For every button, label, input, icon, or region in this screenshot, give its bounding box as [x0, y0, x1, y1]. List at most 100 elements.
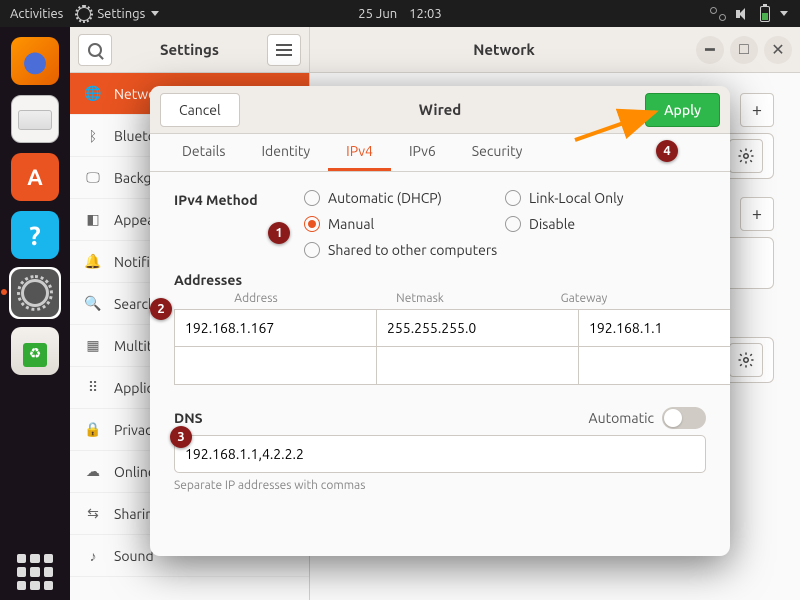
dock-item-trash[interactable] [9, 325, 61, 377]
clock[interactable]: 25 Jun 12:03 [358, 7, 441, 21]
ipv4-method-label: IPv4 Method [174, 190, 274, 208]
minimize-button[interactable]: ━ [696, 36, 724, 64]
close-button[interactable]: ✕ [764, 36, 792, 64]
dock-item-files[interactable] [9, 93, 61, 145]
dialog-tabs: Details Identity IPv4 IPv6 Security [150, 134, 730, 172]
gear-icon [77, 7, 91, 21]
dns-automatic-label: Automatic [589, 410, 654, 426]
dns-hint: Separate IP addresses with commas [174, 479, 706, 492]
radio-label: Automatic (DHCP) [328, 190, 442, 206]
connection-settings-button[interactable] [729, 139, 763, 173]
gnome-top-bar: Activities Settings 25 Jun 12:03 [0, 0, 800, 27]
radio-label: Manual [328, 216, 374, 232]
radio-label: Link-Local Only [529, 190, 624, 206]
radio-icon [304, 190, 320, 206]
display-icon: 🖵 [84, 169, 102, 187]
dock-item-firefox[interactable] [9, 35, 61, 87]
gateway-input[interactable] [579, 309, 730, 347]
connection-editor-dialog: Cancel Wired Apply Details Identity IPv4… [150, 86, 730, 556]
add-connection-button[interactable]: + [740, 93, 774, 127]
dns-label: DNS [174, 410, 589, 426]
sidebar-item-label: Sound [114, 548, 154, 564]
network-icon [710, 7, 726, 21]
cancel-button[interactable]: Cancel [160, 93, 240, 127]
radio-icon [304, 242, 320, 258]
cloud-icon: ☁ [84, 463, 102, 481]
radio-link-local[interactable]: Link-Local Only [505, 190, 706, 206]
page-title: Network [318, 41, 690, 58]
radio-icon [505, 216, 521, 232]
address-row [174, 309, 706, 347]
radio-icon [304, 216, 320, 232]
activities-button[interactable]: Activities [10, 7, 63, 21]
proxy-settings-button[interactable] [729, 343, 763, 377]
apps-icon: ⠿ [84, 379, 102, 397]
netmask-input[interactable] [377, 309, 579, 347]
address-input[interactable] [174, 347, 377, 385]
address-input[interactable] [174, 309, 377, 347]
col-netmask: Netmask [338, 292, 502, 305]
col-gateway: Gateway [502, 292, 666, 305]
multitasking-icon: ▦ [84, 337, 102, 355]
share-icon: ⇆ [84, 505, 102, 523]
main-header: Network ━ □ ✕ [310, 27, 800, 73]
gear-icon [737, 147, 755, 165]
show-applications-button[interactable] [17, 554, 53, 590]
dock-item-software[interactable] [9, 151, 61, 203]
app-menu-label: Settings [97, 7, 145, 21]
dialog-body: IPv4 Method Automatic (DHCP) Link-Local … [150, 172, 730, 556]
tab-identity[interactable]: Identity [243, 134, 328, 171]
tab-ipv4[interactable]: IPv4 [328, 134, 391, 171]
tab-security[interactable]: Security [454, 134, 541, 171]
search-icon: 🔍 [84, 295, 102, 313]
dns-servers-input[interactable] [174, 435, 706, 473]
chevron-down-icon [780, 11, 788, 16]
dns-automatic-switch[interactable] [662, 407, 706, 429]
netmask-input[interactable] [377, 347, 579, 385]
radio-disable[interactable]: Disable [505, 216, 706, 232]
radio-label: Disable [529, 216, 575, 232]
radio-shared[interactable]: Shared to other computers [304, 242, 706, 258]
add-vpn-button[interactable]: + [740, 197, 774, 231]
software-icon [11, 153, 59, 201]
gateway-input[interactable] [579, 347, 730, 385]
annotation-badge-4: 4 [656, 140, 678, 162]
system-tray[interactable] [710, 6, 800, 22]
radio-automatic-dhcp[interactable]: Automatic (DHCP) [304, 190, 505, 206]
gear-icon [737, 351, 755, 369]
chevron-down-icon [151, 11, 159, 16]
sidebar-header: Settings [70, 27, 309, 73]
battery-icon [760, 6, 770, 22]
hamburger-icon [276, 44, 292, 56]
bluetooth-icon: ᛒ [84, 127, 102, 145]
dock-item-settings[interactable] [9, 267, 61, 319]
apply-button[interactable]: Apply [645, 93, 720, 127]
dock [0, 27, 70, 600]
sound-icon: ♪ [84, 547, 102, 565]
addresses-label: Addresses [174, 272, 706, 288]
lock-icon: 🔒 [84, 421, 102, 439]
time-label: 12:03 [409, 7, 442, 21]
radio-icon [505, 190, 521, 206]
search-button[interactable] [78, 34, 112, 66]
settings-icon [11, 269, 59, 317]
firefox-icon [11, 37, 59, 85]
help-icon [11, 211, 59, 259]
tab-ipv6[interactable]: IPv6 [391, 134, 454, 171]
search-icon [88, 43, 102, 57]
dock-item-help[interactable] [9, 209, 61, 261]
tab-details[interactable]: Details [164, 134, 243, 171]
dialog-header: Cancel Wired Apply [150, 86, 730, 134]
bell-icon: 🔔 [84, 253, 102, 271]
sidebar-title: Settings [112, 41, 267, 58]
annotation-badge-3: 3 [170, 426, 192, 448]
radio-manual[interactable]: Manual [304, 216, 505, 232]
menu-button[interactable] [267, 34, 301, 66]
files-icon [11, 95, 59, 143]
date-label: 25 Jun [358, 7, 397, 21]
volume-icon [736, 8, 750, 20]
globe-icon: 🌐 [84, 85, 102, 103]
app-menu[interactable]: Settings [77, 7, 159, 21]
col-address: Address [174, 292, 338, 305]
maximize-button[interactable]: □ [730, 36, 758, 64]
